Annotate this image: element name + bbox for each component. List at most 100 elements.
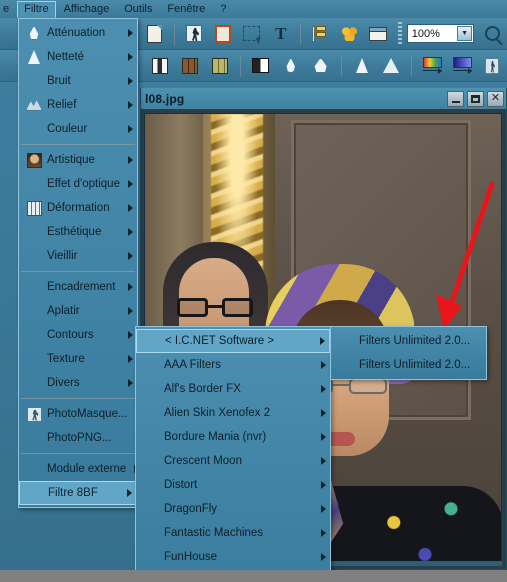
rainbow-gradient-icon[interactable] (419, 53, 445, 79)
filtre-dropdown-menu: Atténuation Netteté Bruit Relief Couleur (18, 18, 140, 508)
menu-item-attenuation[interactable]: Atténuation (19, 21, 137, 45)
no-icon (21, 277, 47, 297)
menu-item-vieillir[interactable]: Vieillir (19, 244, 137, 268)
chevron-right-icon (320, 337, 325, 345)
menu-item-label: Bruit (47, 75, 71, 87)
menu-item-encadrement[interactable]: Encadrement (19, 275, 137, 299)
menubar-item-affichage[interactable]: Affichage (57, 1, 117, 18)
no-icon (139, 331, 165, 351)
checker-book-icon[interactable] (248, 53, 274, 79)
minimize-button[interactable] (447, 90, 464, 107)
menu-item-effet-d-optique[interactable]: Effet d'optique (19, 172, 137, 196)
grid-olive-icon[interactable] (207, 53, 233, 79)
menubar-item-fenetre[interactable]: Fenêtre (160, 1, 212, 18)
chevron-right-icon (128, 331, 133, 339)
menu-item-texture[interactable]: Texture (19, 347, 137, 371)
menu-item-label: PhotoPNG... (47, 432, 112, 444)
droplet-icon (21, 23, 47, 43)
submenu-item-filters-unlimited-1[interactable]: Filters Unlimited 2.0... (331, 329, 486, 353)
menu-item-label: < I.C.NET Software > (165, 335, 275, 347)
no-icon (138, 523, 164, 543)
submenu-item-icnet-software[interactable]: < I.C.NET Software > (136, 329, 330, 353)
submenu-item-fantastic-machines[interactable]: Fantastic Machines (136, 521, 330, 545)
close-button[interactable]: ✕ (487, 90, 504, 107)
panel-icon[interactable] (366, 21, 391, 47)
no-icon (21, 428, 47, 448)
menu-bar: e Filtre Affichage Outils Fenêtre ? (0, 0, 507, 18)
menubar-item-partial[interactable]: e (0, 1, 16, 18)
submenu-item-dragonfly[interactable]: DragonFly (136, 497, 330, 521)
menu-item-label: Filters Unlimited 2.0... (359, 335, 471, 347)
menu-item-module-externe[interactable]: Module externe (19, 457, 140, 481)
chevron-right-icon (128, 77, 133, 85)
layers-icon[interactable] (308, 21, 333, 47)
menu-item-label: Relief (47, 99, 77, 111)
palette-icon[interactable] (337, 21, 362, 47)
menu-item-label: Filters Unlimited 2.0... (359, 359, 471, 371)
menu-item-nettete[interactable]: Netteté (19, 45, 137, 69)
duplicate-icon[interactable] (182, 21, 207, 47)
menubar-item-outils[interactable]: Outils (117, 1, 159, 18)
zoom-level-combobox[interactable]: 100% ▼ (406, 24, 475, 43)
no-icon (138, 547, 164, 567)
submenu-item-funhouse[interactable]: FunHouse (136, 545, 330, 569)
menubar-item-filtre[interactable]: Filtre (17, 0, 56, 18)
droplet-icon[interactable] (278, 53, 304, 79)
submenu-item-alfs-border-fx[interactable]: Alf's Border FX (136, 377, 330, 401)
menu-item-filtre-8bf[interactable]: Filtre 8BF (19, 481, 137, 505)
menu-item-label: Effet d'optique (47, 178, 120, 190)
chevron-right-icon (128, 307, 133, 315)
maximize-button[interactable] (467, 90, 484, 107)
grid-pattern-icon[interactable] (147, 53, 173, 79)
zoom-tool-icon[interactable] (480, 21, 505, 47)
menu-item-bruit[interactable]: Bruit (19, 69, 137, 93)
menu-item-aplatir[interactable]: Aplatir (19, 299, 137, 323)
photo-icon (21, 150, 47, 170)
toolbar-grip[interactable] (397, 21, 402, 46)
submenu-item-aaa-filters[interactable]: AAA Filters (136, 353, 330, 377)
chevron-down-icon[interactable]: ▼ (457, 26, 473, 41)
grid-brown-icon[interactable] (177, 53, 203, 79)
selection-marquee-icon[interactable] (239, 21, 264, 47)
chevron-right-icon (128, 101, 133, 109)
menu-item-contours[interactable]: Contours (19, 323, 137, 347)
menu-item-photopng[interactable]: PhotoPNG... (19, 426, 137, 450)
chevron-right-icon (128, 228, 133, 236)
cone-sharpen-icon[interactable] (349, 53, 375, 79)
no-icon (21, 222, 47, 242)
menu-item-relief[interactable]: Relief (19, 93, 137, 117)
menu-item-label: Alien Skin Xenofex 2 (164, 407, 271, 419)
submenu-item-crescent-moon[interactable]: Crescent Moon (136, 449, 330, 473)
menu-item-artistique[interactable]: Artistique (19, 148, 137, 172)
no-icon (22, 483, 48, 503)
menu-item-label: Divers (47, 377, 80, 389)
document-titlebar[interactable]: l08.jpg ✕ (141, 88, 506, 110)
chevron-right-icon (321, 553, 326, 561)
submenu-item-filters-unlimited-2[interactable]: Filters Unlimited 2.0... (331, 353, 486, 377)
menu-item-label: Esthétique (47, 226, 102, 238)
document-icon[interactable] (142, 21, 167, 47)
framed-image-icon[interactable] (211, 21, 236, 47)
submenu-item-alien-skin-xenofex-2[interactable]: Alien Skin Xenofex 2 (136, 401, 330, 425)
submenu-item-bordure-mania[interactable]: Bordure Mania (nvr) (136, 425, 330, 449)
menubar-item-help[interactable]: ? (213, 1, 233, 18)
filtre-8bf-submenu: < I.C.NET Software > AAA Filters Alf's B… (135, 326, 331, 582)
menu-item-label: FunHouse (164, 551, 218, 563)
no-icon (21, 373, 47, 393)
mask-person-icon[interactable] (479, 53, 505, 79)
menu-item-label: Contours (47, 329, 94, 341)
submenu-item-distort[interactable]: Distort (136, 473, 330, 497)
menu-item-photomasque[interactable]: PhotoMasque... (19, 402, 137, 426)
chevron-right-icon (128, 156, 133, 164)
menu-item-divers[interactable]: Divers (19, 371, 137, 395)
menu-item-esthetique[interactable]: Esthétique (19, 220, 137, 244)
no-icon (333, 355, 359, 375)
menu-item-couleur[interactable]: Couleur (19, 117, 137, 141)
no-icon (138, 475, 164, 495)
double-droplet-icon[interactable] (308, 53, 334, 79)
double-cone-icon[interactable] (378, 53, 404, 79)
blue-gradient-icon[interactable] (449, 53, 475, 79)
text-tool-icon[interactable]: T (268, 21, 293, 47)
no-icon (21, 174, 47, 194)
menu-item-deformation[interactable]: Déformation (19, 196, 137, 220)
